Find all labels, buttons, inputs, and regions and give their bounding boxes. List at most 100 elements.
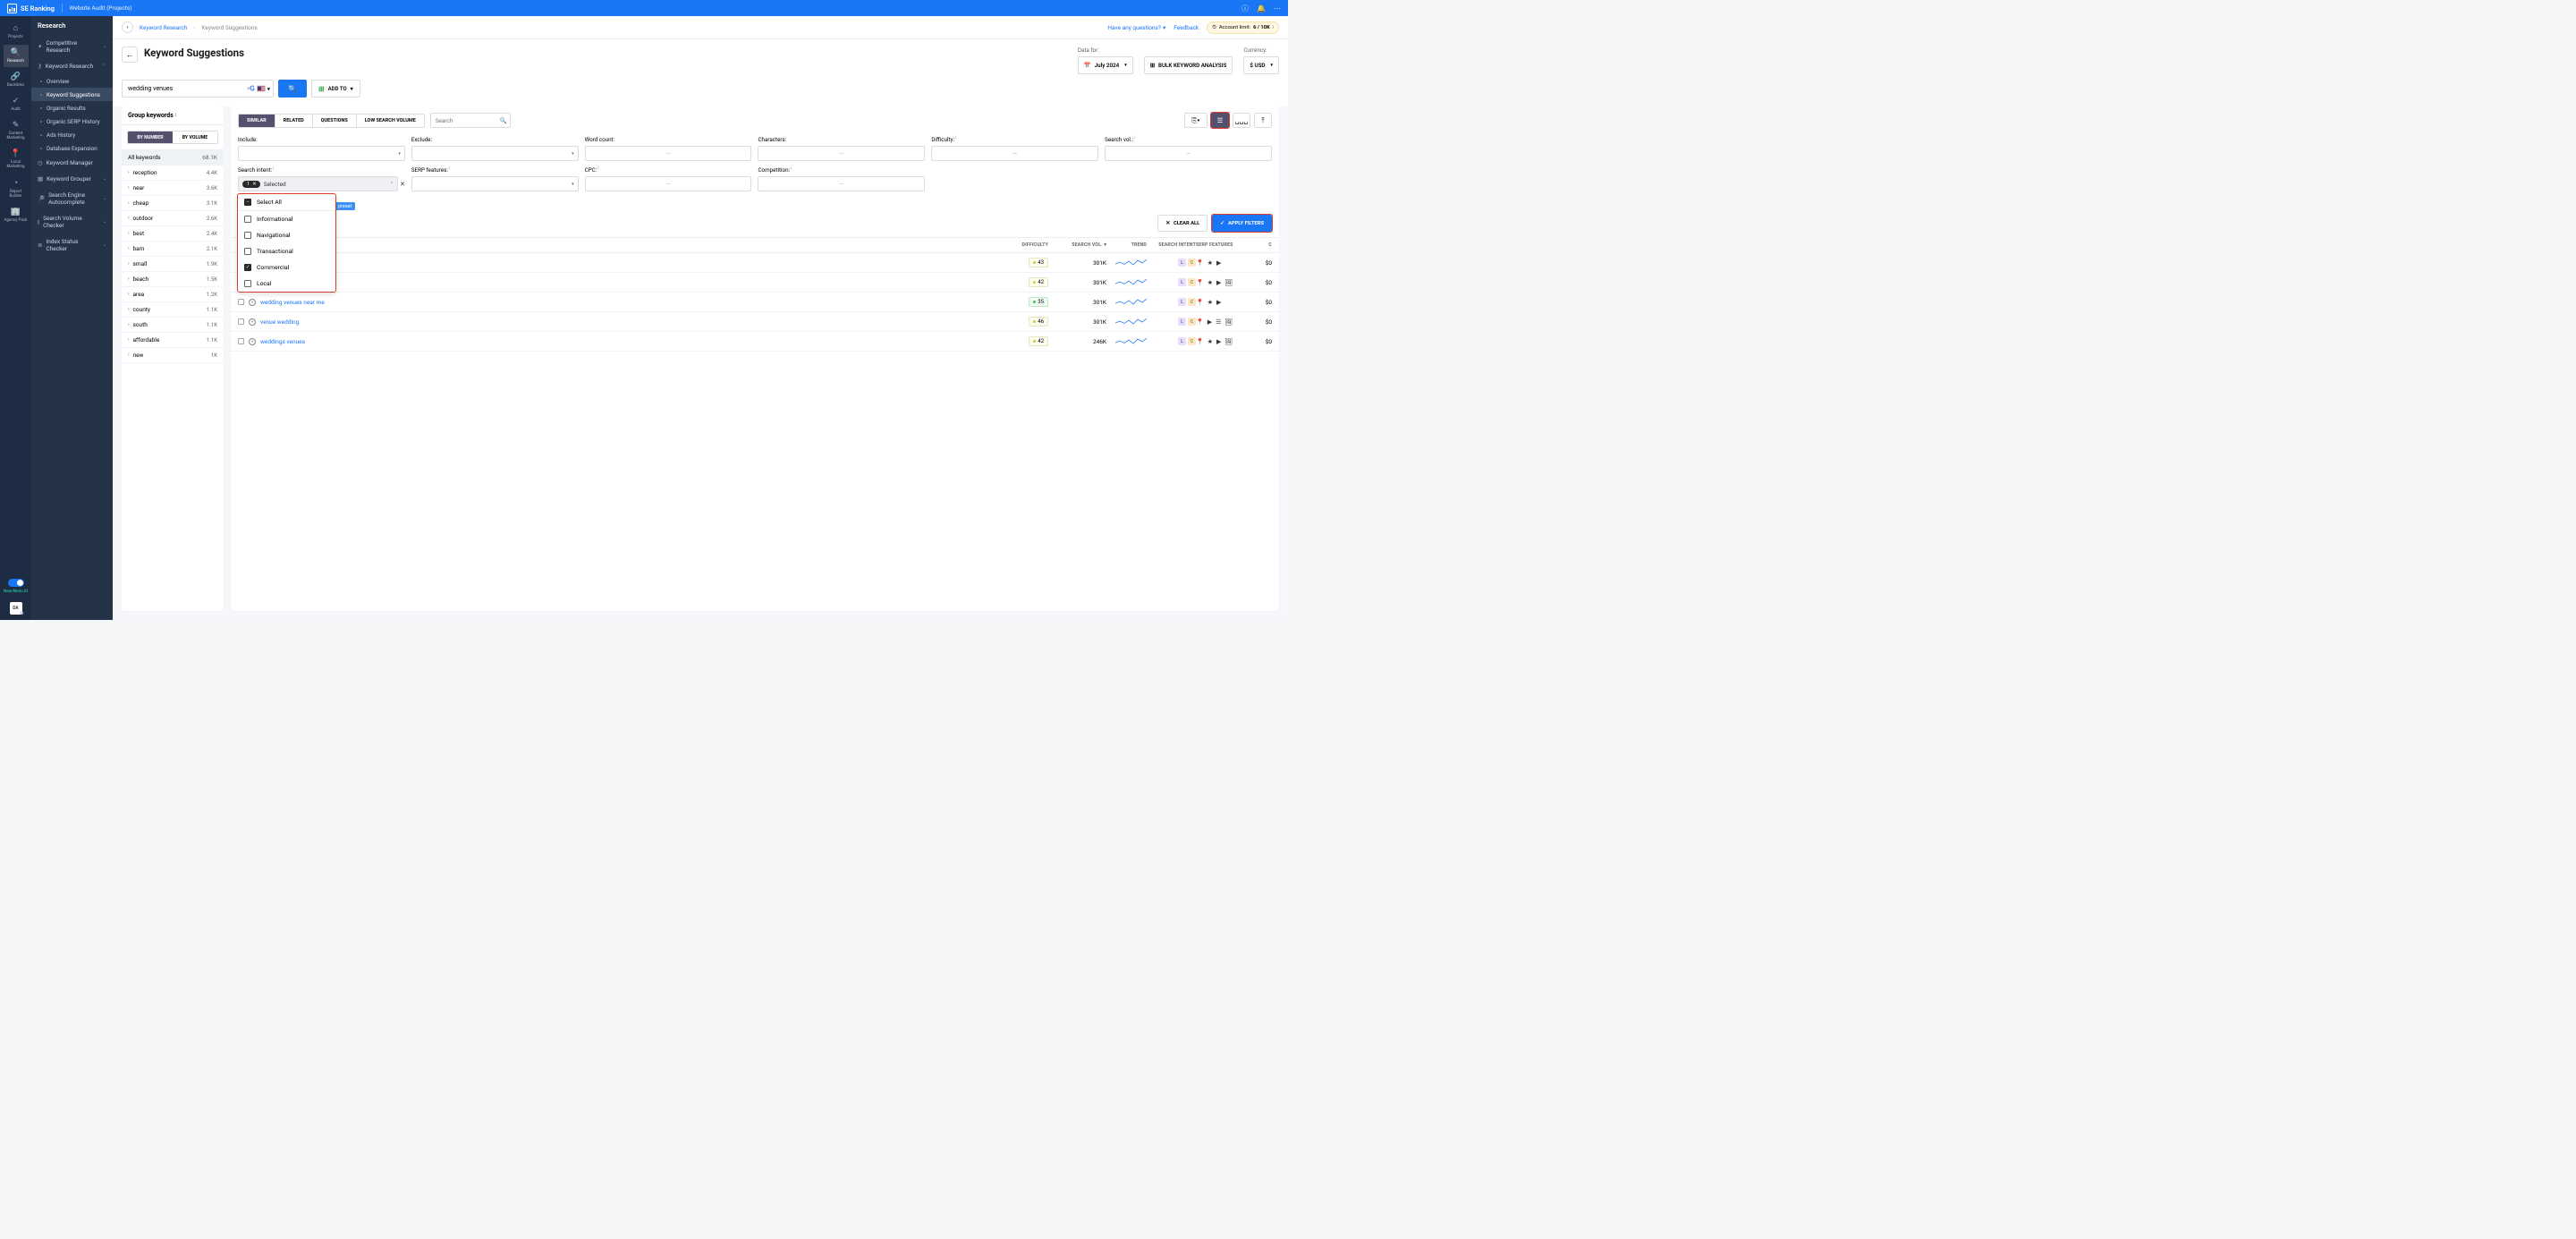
exclude-filter[interactable]: ▾ — [411, 146, 579, 161]
rail-content[interactable]: ✎Content Marketing — [4, 117, 29, 144]
rail-report[interactable]: ◔Report Builder — [4, 174, 29, 202]
feedback-link[interactable]: Feedback — [1174, 24, 1199, 31]
row-checkbox[interactable] — [238, 299, 244, 305]
date-picker[interactable]: 📅July 2024▾ — [1078, 56, 1133, 74]
context-link[interactable]: Website Audit (Projects) — [70, 4, 132, 12]
notifications-icon[interactable]: 🔔 — [1257, 4, 1266, 13]
rail-local[interactable]: 📍Local Marketing — [4, 146, 29, 173]
more-icon[interactable]: ⋯ — [1274, 4, 1281, 13]
intent-navigational[interactable]: Navigational — [238, 227, 335, 243]
wordcount-filter[interactable] — [585, 146, 752, 161]
expand-icon[interactable]: + — [249, 318, 256, 326]
rail-research[interactable]: 🔍Research — [4, 45, 29, 67]
group-item[interactable]: ›outdoor2.6K — [122, 211, 224, 226]
results-search-input[interactable] — [430, 113, 511, 128]
row-checkbox[interactable] — [238, 318, 244, 325]
nav-organic-results[interactable]: Organic Results — [31, 101, 113, 115]
preset-chip[interactable]: preset — [335, 202, 355, 210]
nav-serp-history[interactable]: Organic SERP History — [31, 115, 113, 128]
group-by-volume[interactable]: BY VOLUME — [173, 132, 217, 143]
close-icon[interactable]: ✕ — [252, 182, 257, 187]
help-icon[interactable]: ⓘ — [1241, 4, 1249, 13]
nav-ads-history[interactable]: Ads History — [31, 128, 113, 141]
clear-all-button[interactable]: ✕CLEAR ALL — [1157, 215, 1208, 232]
all-keywords-row[interactable]: All keywords68.1K — [122, 149, 224, 165]
group-item[interactable]: ›new1K — [122, 348, 224, 363]
back-button[interactable]: ← — [122, 47, 138, 63]
group-item[interactable]: ›area1.2K — [122, 287, 224, 302]
include-filter[interactable]: ▾ — [238, 146, 405, 161]
th-cost[interactable]: C — [1254, 242, 1272, 248]
difficulty-filter[interactable] — [931, 146, 1098, 161]
keyword-link[interactable]: weddings venues — [260, 338, 305, 345]
search-icon[interactable]: 🔍 — [500, 117, 507, 124]
currency-picker[interactable]: $ USD▾ — [1243, 56, 1279, 74]
group-item[interactable]: ›beach1.5K — [122, 272, 224, 287]
group-item[interactable]: ›small1.9K — [122, 257, 224, 272]
nav-keyword-research[interactable]: ⚷Keyword Research⌃ — [31, 58, 113, 74]
group-item[interactable]: ›south1.1K — [122, 318, 224, 333]
th-intent[interactable]: SEARCH INTENT — [1147, 242, 1196, 248]
nav-volume-checker[interactable]: ⫾Search Volume Checker⌄ — [31, 210, 113, 233]
th-difficulty[interactable]: DIFFICULTY — [1004, 242, 1048, 248]
group-item[interactable]: ›barn2.1K — [122, 242, 224, 257]
intent-filter[interactable]: 1✕ Selected ⌃ — [238, 176, 398, 191]
rail-backlinks[interactable]: 🔗Backlinks — [4, 69, 29, 91]
tab-related[interactable]: RELATED — [275, 115, 313, 127]
copy-button[interactable]: ⎘▾ — [1184, 113, 1208, 128]
competition-filter[interactable] — [758, 176, 925, 191]
keyword-link[interactable]: venue wedding — [260, 318, 299, 326]
expand-icon[interactable]: + — [249, 299, 256, 306]
filter-button[interactable]: ☰ — [1211, 113, 1229, 128]
breadcrumb-back[interactable]: ‹ — [122, 21, 133, 33]
group-item[interactable]: ›cheap3.1K — [122, 196, 224, 211]
nav-competitive[interactable]: ✦Competitive Research⌄ — [31, 35, 113, 58]
search-button[interactable]: 🔍 — [278, 80, 307, 98]
group-item[interactable]: ›near3.6K — [122, 181, 224, 196]
questions-link[interactable]: Have any questions? ▾ — [1107, 24, 1165, 31]
tab-questions[interactable]: QUESTIONS — [313, 115, 357, 127]
nav-manager[interactable]: ◷Keyword Manager — [31, 155, 113, 171]
intent-transactional[interactable]: Transactional — [238, 243, 335, 259]
group-item[interactable]: ›county1.1K — [122, 302, 224, 318]
cpc-filter[interactable] — [585, 176, 752, 191]
tab-low-volume[interactable]: LOW SEARCH VOLUME — [357, 115, 424, 127]
nav-overview[interactable]: Overview — [31, 74, 113, 88]
intent-select-all[interactable]: −Select All — [238, 194, 335, 211]
nav-index-checker[interactable]: ≣Index Status Checker⌄ — [31, 233, 113, 257]
group-item[interactable]: ›affordable1.1K — [122, 333, 224, 348]
nav-autocomplete[interactable]: 🔎Search Engine Autocomplete⌄ — [31, 187, 113, 210]
characters-filter[interactable] — [758, 146, 925, 161]
group-item[interactable]: ›best2.4K — [122, 226, 224, 242]
account-limit-chip[interactable]: ⏲Account limit: 6 / 10Ki — [1207, 21, 1279, 34]
user-avatar[interactable]: DA — [10, 602, 22, 615]
nav-grouper[interactable]: ▦Keyword Grouper⌄ — [31, 171, 113, 187]
menu-ui-toggle[interactable] — [8, 579, 24, 587]
row-checkbox[interactable] — [238, 338, 244, 344]
th-searchvol[interactable]: SEARCH VOL. ▾ — [1048, 242, 1106, 248]
brand-logo[interactable]: SE Ranking — [7, 4, 55, 13]
group-by-number[interactable]: BY NUMBER — [128, 132, 173, 143]
nav-db-expansion[interactable]: Database Expansion — [31, 141, 113, 155]
apply-filters-button[interactable]: ✓APPLY FILTERS — [1212, 215, 1272, 232]
expand-icon[interactable]: + — [249, 338, 256, 345]
searchvol-filter[interactable] — [1105, 146, 1272, 161]
th-trend[interactable]: TREND — [1106, 242, 1147, 248]
intent-informational[interactable]: Informational — [238, 211, 335, 227]
rail-audit[interactable]: ✓Audit — [4, 93, 29, 115]
keyword-link[interactable]: wedding venues near me — [260, 299, 325, 306]
intent-commercial[interactable]: ✓Commercial — [238, 259, 335, 276]
add-to-button[interactable]: ⊞ADD TO▾ — [311, 80, 360, 98]
rail-projects[interactable]: ⌂Projects — [4, 20, 29, 43]
serp-features-filter[interactable]: ▾ — [411, 176, 579, 191]
intent-clear-icon[interactable]: ✕ — [400, 181, 405, 188]
rail-agency[interactable]: 🏢Agency Pack — [4, 204, 29, 226]
group-item[interactable]: ›reception4.4K — [122, 165, 224, 181]
breadcrumb-research[interactable]: Keyword Research — [140, 24, 187, 31]
columns-button[interactable]: ␣␣␣ — [1233, 113, 1250, 128]
export-button[interactable]: ⤒ — [1254, 113, 1272, 128]
nav-suggestions[interactable]: Keyword Suggestions — [31, 88, 113, 101]
tab-similar[interactable]: SIMILAR — [239, 115, 275, 127]
search-engine-picker[interactable]: G▾ — [250, 85, 270, 93]
intent-local[interactable]: Local — [238, 276, 335, 292]
